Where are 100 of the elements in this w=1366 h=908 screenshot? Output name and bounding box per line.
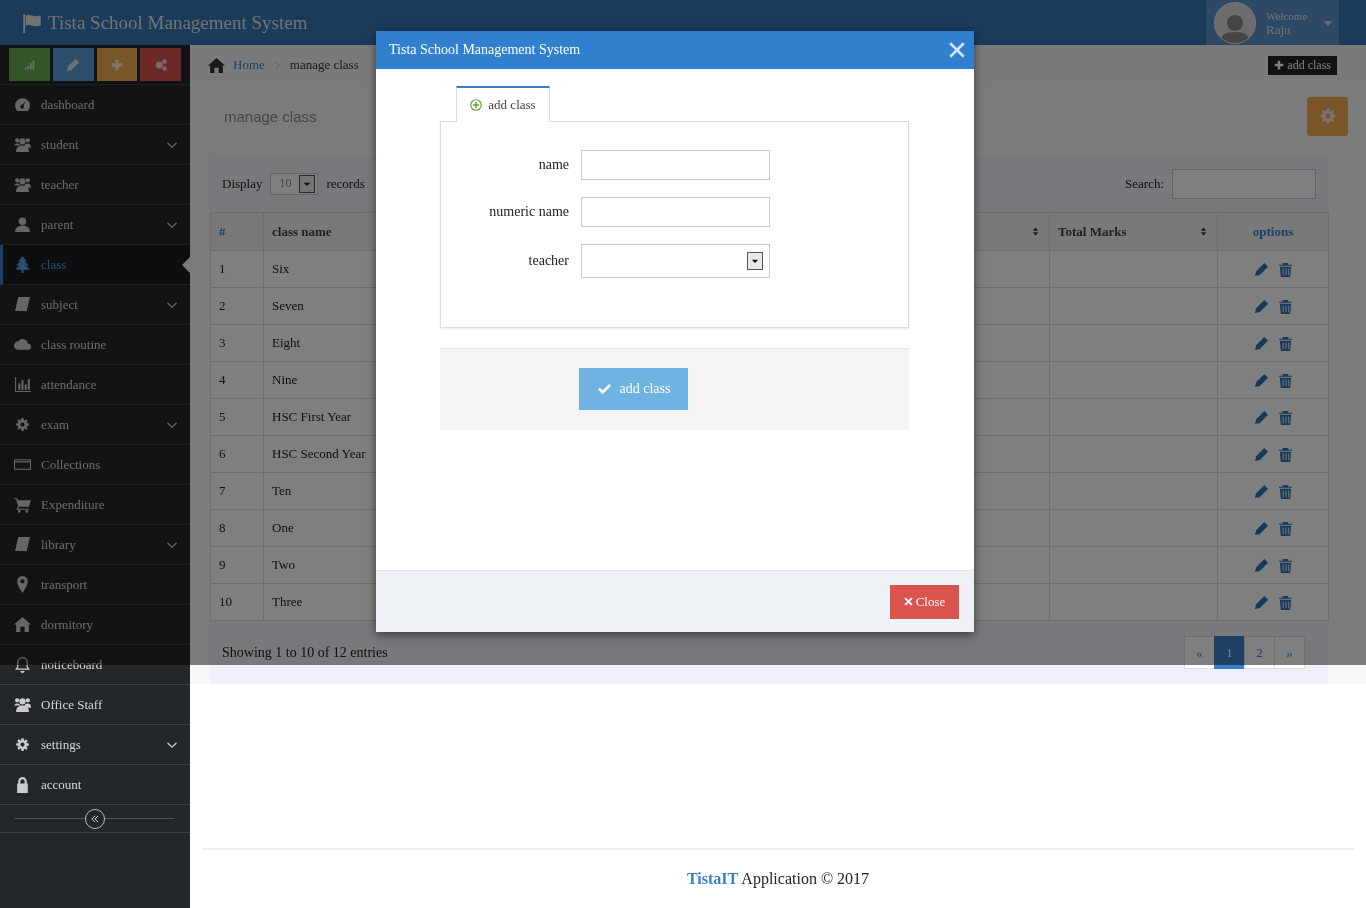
footer-text: TistaIT Application © 2017 xyxy=(686,870,870,888)
home-icon xyxy=(14,616,31,633)
table-cell: 5 xyxy=(210,398,264,436)
sidebar-item[interactable]: library xyxy=(0,525,190,565)
sidebar-item[interactable]: student xyxy=(0,125,190,165)
users-icon xyxy=(14,176,31,193)
card-icon xyxy=(14,456,31,473)
table-cell: 6 xyxy=(210,435,264,473)
entries-info: Showing 1 to 10 of 12 entries xyxy=(222,644,388,661)
sort-icon xyxy=(1198,226,1209,237)
page-button[interactable]: » xyxy=(1274,636,1305,669)
close-button[interactable] xyxy=(948,41,966,59)
double-chevron-left-icon xyxy=(90,813,100,824)
delete-button[interactable] xyxy=(1277,409,1293,425)
trash-icon xyxy=(1277,261,1293,277)
shortcut-button[interactable] xyxy=(140,48,181,81)
pencil-icon xyxy=(1253,335,1269,351)
collapse-sidebar-button[interactable] xyxy=(85,808,105,829)
search-label: Search: xyxy=(1125,175,1164,192)
trash-icon xyxy=(1277,520,1293,536)
delete-button[interactable] xyxy=(1277,594,1293,610)
sidebar-item[interactable]: class xyxy=(0,245,190,285)
edit-button[interactable] xyxy=(1253,557,1269,573)
pencil-icon xyxy=(1253,520,1269,536)
pencil-icon xyxy=(1253,372,1269,388)
text-field[interactable] xyxy=(581,150,770,180)
page-button[interactable]: 1 xyxy=(1214,636,1245,669)
table-cell: 3 xyxy=(210,324,264,362)
lock-icon xyxy=(14,776,31,793)
pencil-icon xyxy=(66,57,81,72)
edit-button[interactable] xyxy=(1253,483,1269,499)
delete-button[interactable] xyxy=(1277,557,1293,573)
breadcrumb-current: manage class xyxy=(289,57,359,73)
modal-title: Tista School Management System xyxy=(389,42,582,58)
delete-button[interactable] xyxy=(1277,483,1293,499)
edit-button[interactable] xyxy=(1253,335,1269,351)
delete-button[interactable] xyxy=(1277,335,1293,351)
edit-button[interactable] xyxy=(1253,372,1269,388)
submit-button[interactable]: add class xyxy=(579,368,688,410)
plus-icon xyxy=(1274,60,1285,70)
plus-icon xyxy=(109,57,124,72)
delete-button[interactable] xyxy=(1277,520,1293,536)
edit-button[interactable] xyxy=(1253,520,1269,536)
column-header[interactable]: options xyxy=(1217,212,1329,251)
table-cell: 7 xyxy=(210,472,264,510)
pencil-icon xyxy=(1253,446,1269,462)
gear-icon xyxy=(14,416,31,433)
edit-button[interactable] xyxy=(1253,261,1269,277)
users-icon xyxy=(14,136,31,153)
app-title: Tista School Management System xyxy=(48,11,308,34)
trash-icon xyxy=(1277,557,1293,573)
user-name: Raju xyxy=(1266,22,1292,37)
shortcut-button[interactable] xyxy=(96,48,138,81)
pencil-icon xyxy=(1253,409,1269,425)
delete-button[interactable] xyxy=(1277,298,1293,314)
home-icon xyxy=(208,56,225,74)
plus-circle-icon xyxy=(470,99,483,111)
sidebar-item[interactable]: subject xyxy=(0,285,190,325)
add-class-tab[interactable]: add class xyxy=(456,86,550,122)
close-dialog-button[interactable]: Close xyxy=(890,584,959,619)
avatar xyxy=(1214,1,1256,44)
map-pin-icon xyxy=(14,576,31,593)
search-field[interactable] xyxy=(1172,168,1316,199)
table-cell: 2 xyxy=(210,287,264,325)
delete-button[interactable] xyxy=(1277,446,1293,462)
table-cell: 8 xyxy=(210,509,264,547)
text-field[interactable] xyxy=(581,197,770,227)
edit-button[interactable] xyxy=(1253,298,1269,314)
trash-icon xyxy=(1277,372,1293,388)
pencil-icon xyxy=(1253,298,1269,314)
field-label: numeric name xyxy=(488,204,569,220)
table-cell: 10 xyxy=(210,583,264,621)
gear-icon xyxy=(14,736,31,753)
column-header[interactable]: # xyxy=(210,212,264,251)
page-size-select[interactable]: 10 xyxy=(270,172,319,195)
shortcut-button[interactable] xyxy=(52,48,94,81)
bar-chart-icon xyxy=(14,376,31,393)
delete-button[interactable] xyxy=(1277,372,1293,388)
user-icon xyxy=(14,216,31,233)
delete-button[interactable] xyxy=(1277,261,1293,277)
pencil-icon xyxy=(1253,261,1269,277)
breadcrumb-link[interactable]: Home xyxy=(233,57,265,73)
settings-button[interactable] xyxy=(1307,96,1348,136)
page-button[interactable]: « xyxy=(1184,636,1215,669)
add-class-button[interactable]: add class xyxy=(1268,55,1337,75)
edit-button[interactable] xyxy=(1253,446,1269,462)
tree-icon xyxy=(14,256,31,273)
display-label: Display xyxy=(222,175,263,192)
select-field[interactable] xyxy=(581,244,770,278)
field-label: name xyxy=(537,157,569,173)
sort-icon xyxy=(1030,226,1041,237)
edit-button[interactable] xyxy=(1253,409,1269,425)
table-cell: 4 xyxy=(210,361,264,399)
gauge-icon xyxy=(14,96,31,113)
bell-icon xyxy=(14,656,31,673)
column-header[interactable]: Total Marks xyxy=(1049,212,1218,251)
flag-icon xyxy=(22,12,42,33)
page-button[interactable]: 2 xyxy=(1244,636,1275,669)
edit-button[interactable] xyxy=(1253,594,1269,610)
close-icon xyxy=(948,41,966,59)
